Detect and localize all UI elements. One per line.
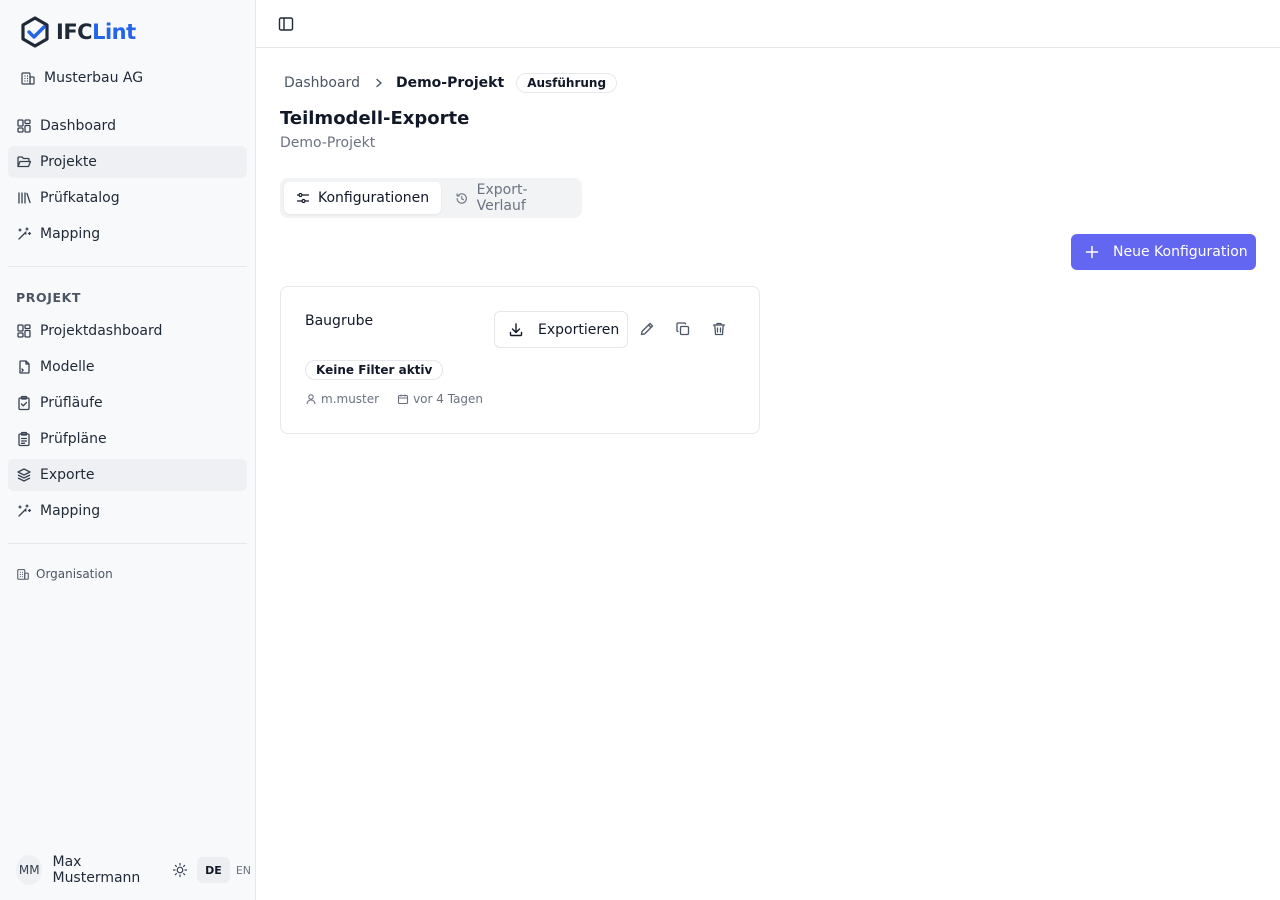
chevron-right-icon bbox=[374, 78, 384, 88]
delete-button[interactable] bbox=[709, 319, 729, 339]
org-switcher[interactable]: Musterbau AG bbox=[20, 66, 143, 90]
plus-icon bbox=[1085, 245, 1099, 259]
panel-left-icon bbox=[278, 17, 294, 31]
project-section-label: PROJEKT bbox=[16, 290, 82, 305]
breadcrumb: Dashboard Demo-Projekt Ausführung bbox=[284, 70, 618, 96]
breadcrumb-current: Demo-Projekt bbox=[395, 75, 505, 91]
sidebar-item-mapping[interactable]: Mapping bbox=[8, 218, 247, 250]
sidebar-divider bbox=[8, 543, 247, 544]
history-icon bbox=[456, 192, 468, 204]
dashboard-icon bbox=[17, 324, 31, 338]
sidebar-item-projektdashboard[interactable]: Projektdashboard bbox=[8, 315, 247, 347]
wand-icon bbox=[18, 504, 32, 517]
organisation-link[interactable]: Organisation bbox=[16, 567, 113, 581]
org-name: Musterbau AG bbox=[44, 70, 144, 86]
sidebar-item-label: Mapping bbox=[40, 503, 101, 519]
dashboard-icon bbox=[17, 119, 31, 133]
download-icon bbox=[509, 322, 523, 336]
sidebar-item-label: Projekte bbox=[40, 154, 97, 170]
language-en-button[interactable]: EN bbox=[232, 857, 255, 883]
sidebar-item-label: Dashboard bbox=[40, 118, 116, 134]
copy-icon bbox=[676, 322, 690, 336]
page-subtitle: Demo-Projekt bbox=[280, 135, 376, 151]
clipboard-list-icon bbox=[18, 431, 30, 447]
trash-icon bbox=[712, 322, 726, 336]
sidebar-item-modelle[interactable]: Modelle bbox=[8, 351, 247, 383]
tab-list: Konfigurationen Export-Verlauf bbox=[280, 178, 582, 218]
filter-status-badge: Keine Filter aktiv bbox=[305, 360, 444, 380]
building-icon bbox=[21, 72, 35, 85]
sidebar-item-pruefplaene[interactable]: Prüfpläne bbox=[8, 423, 247, 455]
logo-shield-icon bbox=[21, 16, 49, 48]
layers-icon bbox=[17, 468, 31, 482]
export-button-label: Exportieren bbox=[538, 321, 620, 338]
tab-label: Export-Verlauf bbox=[476, 182, 528, 214]
new-configuration-label: Neue Konfiguration bbox=[1113, 244, 1248, 260]
new-configuration-button[interactable]: Neue Konfiguration bbox=[1071, 234, 1256, 270]
pencil-icon bbox=[640, 322, 654, 336]
library-icon bbox=[18, 192, 31, 204]
theme-toggle-button[interactable] bbox=[172, 860, 190, 880]
export-button[interactable]: Exportieren bbox=[494, 311, 628, 348]
config-meta: m.muster vor 4 Tagen bbox=[305, 392, 483, 406]
config-date: vor 4 Tagen bbox=[413, 392, 484, 406]
sidebar-item-pruefkatalog[interactable]: Prüfkatalog bbox=[8, 182, 247, 214]
sidebar-item-project-mapping[interactable]: Mapping bbox=[8, 495, 247, 527]
app-logo[interactable]: IFCLint bbox=[20, 15, 136, 49]
sidebar-divider bbox=[8, 266, 247, 267]
language-de-button[interactable]: DE bbox=[197, 857, 230, 883]
sidebar-item-label: Prüfpläne bbox=[40, 431, 107, 447]
folder-open-icon bbox=[17, 156, 32, 168]
clipboard-check-icon bbox=[18, 395, 30, 411]
edit-button[interactable] bbox=[637, 319, 657, 339]
wand-icon bbox=[18, 227, 32, 240]
sidebar-item-label: Prüfläufe bbox=[40, 395, 103, 411]
sidebar-item-dashboard[interactable]: Dashboard bbox=[8, 110, 247, 142]
sidebar-item-exporte[interactable]: Exporte bbox=[8, 459, 247, 491]
sidebar-item-label: Exporte bbox=[40, 467, 95, 483]
tab-konfigurationen[interactable]: Konfigurationen bbox=[284, 182, 442, 214]
sidebar-toggle-button[interactable] bbox=[277, 15, 295, 33]
tab-export-verlauf[interactable]: Export-Verlauf bbox=[443, 182, 578, 214]
sidebar-item-label: Mapping bbox=[40, 226, 101, 242]
avatar[interactable]: MM bbox=[16, 855, 43, 885]
sidebar-item-label: Modelle bbox=[40, 359, 95, 375]
sun-icon bbox=[173, 862, 188, 878]
page-title: Teilmodell-Exporte bbox=[280, 108, 470, 129]
sidebar-item-label: Prüfkatalog bbox=[40, 190, 120, 206]
export-config-card: Baugrube Exportieren Keine Filter aktiv … bbox=[280, 286, 760, 434]
config-title: Baugrube bbox=[305, 313, 374, 329]
file-icon bbox=[19, 360, 30, 374]
user-footer: MM Max Mustermann DE EN bbox=[16, 854, 255, 886]
sidebar-item-projekte[interactable]: Projekte bbox=[8, 146, 247, 178]
sidebar-item-label: Projektdashboard bbox=[40, 323, 163, 339]
duplicate-button[interactable] bbox=[673, 319, 693, 339]
building-icon bbox=[17, 569, 29, 580]
sidebar: IFCLint Musterbau AG Dashboard Projekte … bbox=[0, 0, 256, 900]
logo-text-ifc: IFC bbox=[56, 20, 93, 44]
settings-sliders-icon bbox=[296, 192, 310, 204]
calendar-icon bbox=[398, 394, 409, 405]
breadcrumb-dashboard-link[interactable]: Dashboard bbox=[284, 75, 360, 91]
organisation-link-label: Organisation bbox=[36, 567, 113, 581]
user-icon bbox=[306, 394, 316, 405]
logo-text-lint: Lint bbox=[92, 20, 136, 44]
topbar bbox=[256, 0, 1280, 48]
tab-label: Konfigurationen bbox=[318, 190, 430, 206]
config-author: m.muster bbox=[321, 392, 380, 406]
project-phase-badge: Ausführung bbox=[516, 73, 618, 93]
user-name[interactable]: Max Mustermann bbox=[52, 854, 159, 886]
sidebar-item-pruefläufe[interactable]: Prüfläufe bbox=[8, 387, 247, 419]
